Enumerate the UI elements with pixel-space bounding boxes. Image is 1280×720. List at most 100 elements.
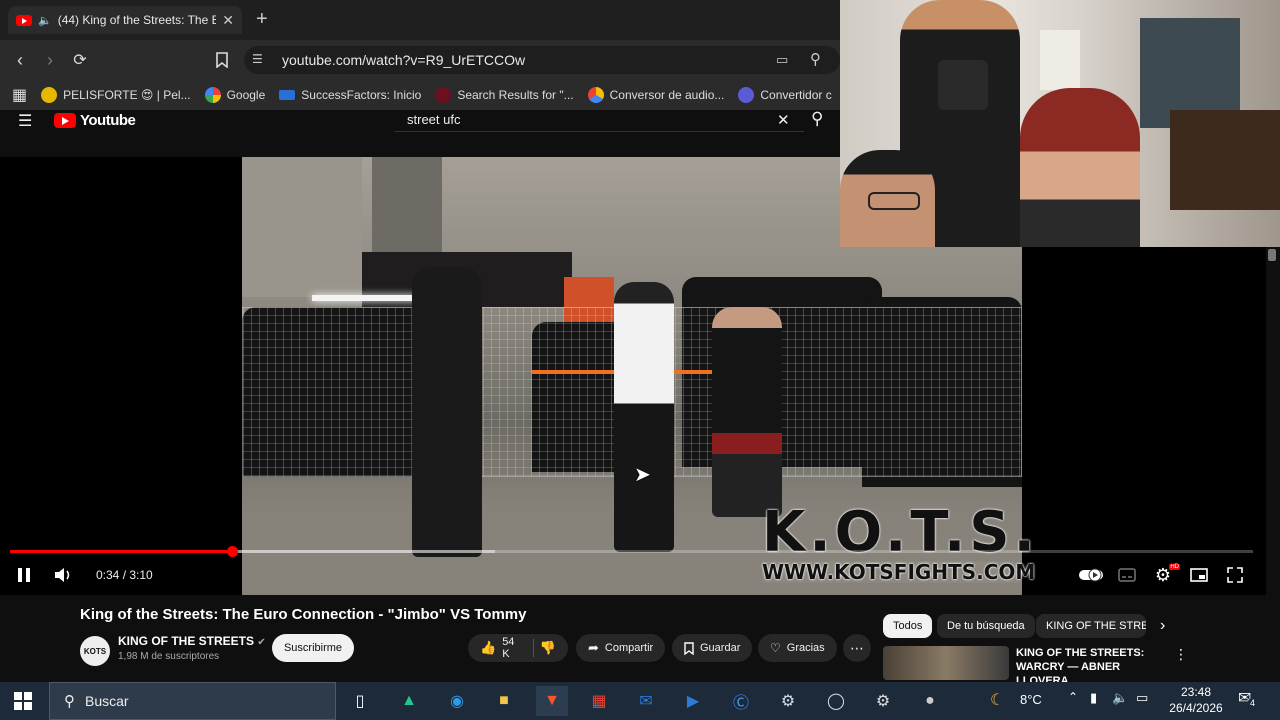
start-tile	[14, 692, 22, 700]
bookmark-convertidor[interactable]: Convertidor c	[738, 87, 832, 103]
site-info-icon[interactable]: ☰	[252, 52, 263, 66]
task-view-icon[interactable]: ▯	[344, 686, 376, 716]
app-icon[interactable]: ▲	[393, 686, 425, 716]
chip-from-search[interactable]: De tu búsqueda	[937, 614, 1035, 638]
weather-moon-icon[interactable]: ☾	[990, 690, 1004, 710]
steam-icon[interactable]: ⚙	[772, 686, 804, 716]
more-actions-button[interactable]: ⋯	[843, 634, 871, 662]
progress-bar[interactable]	[10, 546, 1253, 557]
dislike-button[interactable]: 👎	[540, 640, 556, 656]
video-editor-icon[interactable]: ▶	[677, 686, 709, 716]
chevron-right-icon[interactable]: ›	[1160, 617, 1165, 635]
bookmark-successfactors[interactable]: SuccessFactors: Inicio	[279, 88, 421, 102]
volume-icon	[55, 568, 70, 582]
search-icon[interactable]: ⚲	[811, 109, 823, 129]
tray-chevron-icon[interactable]: ⌃	[1068, 690, 1078, 704]
youtube-play-icon	[54, 113, 76, 128]
url-text[interactable]: youtube.com/watch?v=R9_UrETCCOw	[282, 52, 525, 68]
page-scrollbar[interactable]	[1266, 247, 1280, 682]
channel-avatar[interactable]: KOTS	[80, 636, 110, 666]
bookmark-icon	[216, 52, 228, 68]
brave-icon[interactable]: ▼	[536, 686, 568, 716]
obs-icon[interactable]: ◯	[820, 686, 852, 716]
pause-button[interactable]	[14, 566, 34, 584]
related-video-thumbnail[interactable]	[883, 646, 1009, 680]
hd-badge: HD	[1169, 564, 1180, 570]
save-button[interactable]: Guardar	[672, 634, 753, 662]
browser-tab[interactable]: 🔈 (44) King of the Streets: The E ✕	[8, 6, 242, 34]
youtube-logo[interactable]: Youtube	[54, 112, 136, 129]
tab-title: (44) King of the Streets: The E	[57, 13, 217, 27]
reload-button[interactable]: ⟳	[68, 48, 92, 72]
webcam-overlay	[840, 0, 1280, 247]
miniplayer-button[interactable]	[1188, 566, 1210, 584]
windows-start-button[interactable]	[14, 692, 32, 710]
speaker-icon[interactable]: 🔈	[1112, 690, 1128, 706]
divider	[532, 639, 534, 657]
app-icon[interactable]: ●	[914, 686, 946, 716]
fullscreen-button[interactable]	[1224, 566, 1246, 584]
converter-icon	[587, 87, 604, 103]
subscribe-button[interactable]: Suscribirme	[272, 634, 354, 662]
clear-search-icon[interactable]: ✕	[777, 111, 790, 129]
network-icon[interactable]: ▭	[1136, 690, 1148, 706]
zoom-icon[interactable]: ⚲	[810, 50, 821, 68]
kots-watermark: K.O.T.S. WWW.KOTSFIGHTS.COM	[762, 500, 1039, 584]
edge-icon[interactable]: ◉	[441, 686, 473, 716]
chip-all[interactable]: Todos	[883, 614, 933, 638]
file-explorer-icon[interactable]: ■	[488, 686, 520, 716]
back-button[interactable]: ‹	[8, 48, 32, 72]
tab-close-icon[interactable]: ✕	[222, 12, 234, 29]
site-icon	[435, 87, 452, 103]
converter-c-icon	[738, 87, 755, 103]
outlook-icon[interactable]: ✉	[630, 686, 662, 716]
bookmark-search-results[interactable]: Search Results for "...	[435, 87, 574, 103]
thumbs-down-icon: 👎	[539, 640, 556, 655]
time-display: 0:34 / 3:10	[96, 568, 153, 582]
like-button[interactable]: 👍 54 K	[480, 636, 519, 660]
like-dislike-group: 👍 54 K 👎	[468, 634, 568, 662]
install-app-icon[interactable]: ▭	[776, 52, 788, 68]
settings-button[interactable]: ⚙ HD	[1152, 564, 1180, 586]
menu-icon[interactable]: ☰	[18, 111, 32, 131]
temperature[interactable]: 8°C	[1020, 692, 1042, 707]
channel-name[interactable]: KING OF THE STREETS ✔	[118, 634, 266, 648]
referee	[614, 282, 674, 552]
subtitles-button[interactable]	[1116, 566, 1138, 584]
bookmark-conversor[interactable]: Conversor de audio...	[587, 87, 724, 103]
chip-channel[interactable]: KING OF THE STREE	[1036, 614, 1146, 638]
app-c-icon[interactable]: Ⓒ	[725, 686, 757, 716]
shirt-logo	[938, 60, 988, 110]
microphone-icon[interactable]: ▮	[1090, 690, 1097, 706]
scrollbar-up-arrow[interactable]	[1268, 249, 1276, 261]
taskbar-search[interactable]: ⚲ Buscar	[49, 682, 336, 720]
save-icon	[684, 641, 694, 655]
store-icon[interactable]: ▦	[583, 686, 615, 716]
settings-icon[interactable]: ⚙	[867, 686, 899, 716]
speaker-icon[interactable]: 🔈	[38, 14, 52, 27]
notifications-button[interactable]: ✉ 4	[1238, 688, 1258, 708]
pause-icon	[18, 568, 30, 582]
related-more-icon[interactable]: ⋮	[1174, 646, 1188, 663]
autoplay-toggle[interactable]	[1078, 566, 1104, 584]
bookmark-google[interactable]: Google	[204, 87, 265, 103]
start-tile	[24, 702, 32, 710]
apps-grid-icon[interactable]: ▦	[12, 85, 27, 105]
share-button[interactable]: ➦ Compartir	[576, 634, 666, 662]
start-tile	[14, 702, 22, 710]
thanks-icon: ♡	[770, 641, 781, 655]
fighter-right	[712, 307, 782, 517]
search-input[interactable]: street ufc	[407, 112, 460, 127]
bookmarks-bar: ▦ PELISFORTE 😍 | Pel... Google SuccessFa…	[0, 80, 840, 110]
new-tab-button[interactable]: +	[256, 8, 268, 31]
subtitles-icon	[1118, 568, 1136, 582]
thanks-button[interactable]: ♡ Gracias	[758, 634, 837, 662]
bookmark-pelisforte[interactable]: PELISFORTE 😍 | Pel...	[41, 87, 191, 103]
start-tile	[24, 692, 32, 700]
wooden-chair	[1170, 110, 1280, 210]
volume-button[interactable]	[52, 565, 74, 585]
system-clock[interactable]: 23:48 26/4/2026	[1160, 684, 1232, 716]
share-icon: ➦	[588, 640, 599, 655]
bookmark-button[interactable]	[210, 48, 234, 72]
forward-button[interactable]: ›	[38, 48, 62, 72]
